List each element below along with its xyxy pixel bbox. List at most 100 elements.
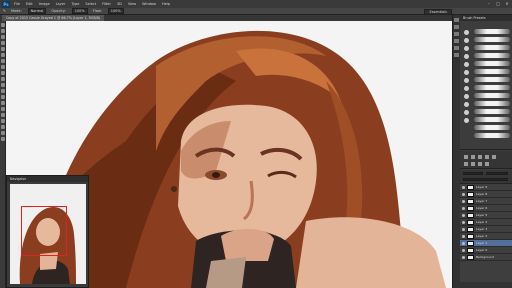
eyedropper-tool-icon[interactable] [1,53,5,57]
layer-row[interactable]: Layer 2 [460,233,512,240]
mode-select[interactable]: Normal [27,8,47,14]
brush-preset[interactable] [474,37,510,42]
path-select-tool-icon[interactable] [1,119,5,123]
brush-preset[interactable] [474,29,510,34]
zoom-tool-icon[interactable] [1,137,5,141]
menu-filter[interactable]: Filter [102,2,111,6]
quick-select-tool-icon[interactable] [1,41,5,45]
properties-icon[interactable] [454,25,459,29]
exposure-icon[interactable] [485,155,489,159]
layer-filter-select[interactable] [463,172,483,175]
blur-tool-icon[interactable] [1,95,5,99]
type-tool-icon[interactable] [1,113,5,117]
brush-preset[interactable] [474,61,510,66]
brush-preset[interactable] [474,53,510,58]
black-white-icon[interactable] [478,162,482,166]
menu-select[interactable]: Select [85,2,96,6]
menu-window[interactable]: Window [142,2,156,6]
brush-tip[interactable] [464,54,469,59]
menu-image[interactable]: Image [39,2,50,6]
layer-row[interactable]: Background [460,254,512,261]
layer-row[interactable]: Layer 9 [460,184,512,191]
layer-row[interactable]: Layer 6 [460,205,512,212]
dodge-tool-icon[interactable] [1,101,5,105]
brush-tool-icon[interactable] [1,65,5,69]
blend-mode-select[interactable] [486,172,508,175]
brush-tip[interactable] [464,102,469,107]
eye-icon[interactable] [462,227,465,231]
curves-icon[interactable] [478,155,482,159]
brush-tip[interactable] [464,62,469,67]
layer-row[interactable]: Layer 7 [460,198,512,205]
vibrance-icon[interactable] [492,155,496,159]
hand-tool-icon[interactable] [1,131,5,135]
menu-layer[interactable]: Layer [56,2,66,6]
brush-preset[interactable] [474,101,510,106]
brush-preset[interactable] [474,85,510,90]
eye-icon[interactable] [462,206,465,210]
layer-row[interactable]: Layer 5 [460,212,512,219]
menu-edit[interactable]: Edit [26,2,33,6]
brush-preset[interactable] [474,45,510,50]
flow-input[interactable]: 100% [107,8,124,14]
move-tool-icon[interactable] [1,23,5,27]
opacity-fill-row[interactable] [463,178,508,181]
navigator-view-box[interactable] [21,206,67,256]
clone-stamp-tool-icon[interactable] [1,71,5,75]
history-icon[interactable] [454,18,459,22]
brush-preset[interactable] [474,69,510,74]
layer-row[interactable]: Layer 0 [460,247,512,254]
brush-tip[interactable] [464,78,469,83]
eraser-tool-icon[interactable] [1,83,5,87]
brush-tip[interactable] [464,94,469,99]
eye-icon[interactable] [462,192,465,196]
levels-icon[interactable] [471,155,475,159]
color-balance-icon[interactable] [471,162,475,166]
eye-icon[interactable] [462,234,465,238]
brush-preset[interactable] [474,133,510,138]
menu-type[interactable]: Type [71,2,79,6]
navigator-thumbnail[interactable] [10,184,86,284]
brush-tip[interactable] [464,30,469,35]
brush-tip[interactable] [464,86,469,91]
menu-file[interactable]: File [14,2,20,6]
eye-icon[interactable] [462,241,465,245]
eye-icon[interactable] [462,185,465,189]
gradient-tool-icon[interactable] [1,89,5,93]
layer-row[interactable]: Layer 4 [460,219,512,226]
brightness-icon[interactable] [464,155,468,159]
brush-tool-icon[interactable]: ✎ [3,9,6,13]
close-button[interactable]: ✕ [504,1,510,6]
lasso-tool-icon[interactable] [1,35,5,39]
brush-icon[interactable] [454,32,459,36]
brush-preset[interactable] [474,125,510,130]
marquee-tool-icon[interactable] [1,29,5,33]
brush-preset[interactable] [474,117,510,122]
shape-tool-icon[interactable] [1,125,5,129]
brush-tip[interactable] [464,118,469,123]
clone-source-icon[interactable] [454,39,459,43]
brush-tip[interactable] [464,38,469,43]
menu-3d[interactable]: 3D [117,2,122,6]
minimize-button[interactable]: – [486,1,492,6]
eye-icon[interactable] [462,220,465,224]
brush-tip[interactable] [464,70,469,75]
character-icon[interactable] [454,46,459,50]
brush-tip[interactable] [464,46,469,51]
layer-row[interactable]: Layer 8 [460,191,512,198]
photo-filter-icon[interactable] [485,162,489,166]
eye-icon[interactable] [462,213,465,217]
maximize-button[interactable]: □ [495,1,501,6]
eye-icon[interactable] [462,255,465,259]
healing-tool-icon[interactable] [1,59,5,63]
layer-row[interactable]: Layer 1 [460,240,512,247]
brush-tip[interactable] [464,110,469,115]
layer-row[interactable]: Layer 3 [460,226,512,233]
pen-tool-icon[interactable] [1,107,5,111]
opacity-input[interactable]: 100% [71,8,88,14]
menu-view[interactable]: View [128,2,136,6]
paragraph-icon[interactable] [454,53,459,57]
hue-saturation-icon[interactable] [464,162,468,166]
brush-preset[interactable] [474,77,510,82]
brush-preset[interactable] [474,93,510,98]
